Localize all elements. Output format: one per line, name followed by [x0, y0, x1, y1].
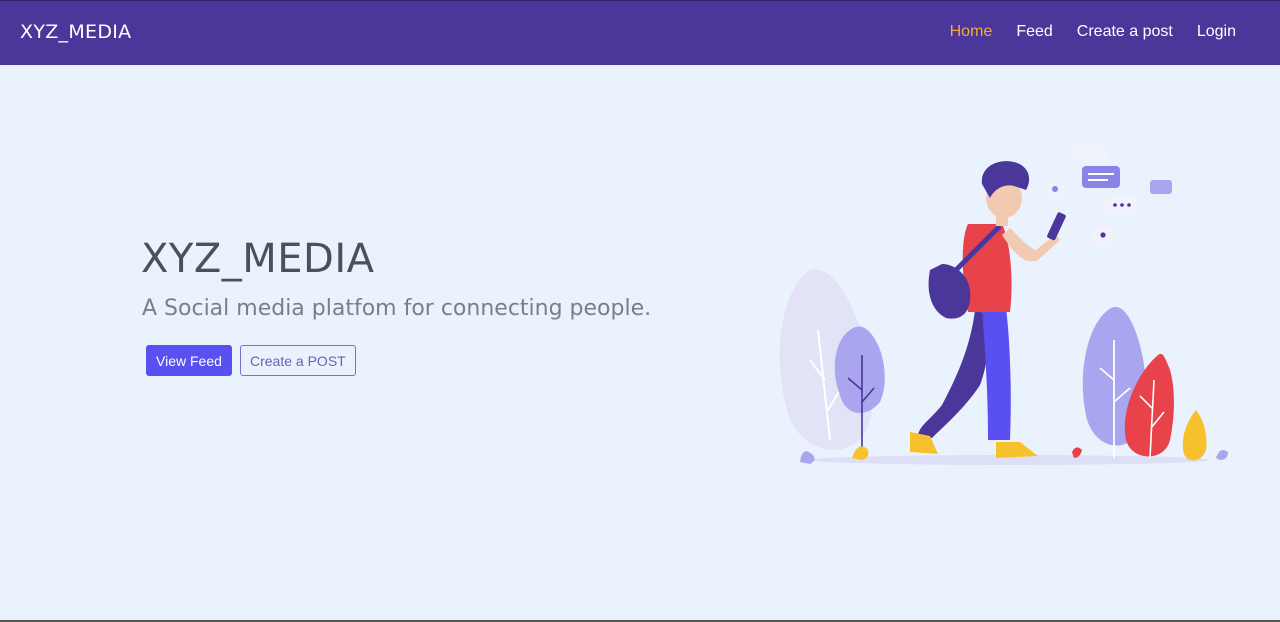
nav-link-create-post[interactable]: Create a post [1077, 23, 1173, 41]
leaf-purple-small [800, 451, 815, 464]
typing-dot-1 [1113, 203, 1117, 207]
nav-link-feed[interactable]: Feed [1016, 23, 1052, 41]
view-feed-button[interactable]: View Feed [146, 345, 232, 376]
nav-link-login[interactable]: Login [1197, 23, 1236, 41]
chat-bubble-top [1070, 146, 1108, 162]
plant-yellow-right [1182, 410, 1207, 461]
brand-logo[interactable]: XYZ_MEDIA [20, 21, 131, 43]
plant-purple-left [834, 326, 885, 414]
profile-bubble-head [1052, 186, 1058, 192]
leaf-purple-right [1216, 450, 1228, 460]
person-front-shoe [996, 442, 1038, 458]
chat-bubble-message [1082, 166, 1120, 188]
navbar: XYZ_MEDIA Home Feed Create a post Login [0, 0, 1280, 65]
create-post-button[interactable]: Create a POST [240, 345, 356, 376]
typing-dot-3 [1127, 203, 1131, 207]
hero-subtitle: A Social media platfom for connecting pe… [142, 296, 652, 321]
hero-title: XYZ_MEDIA [141, 236, 375, 282]
person-back-leg [918, 310, 990, 438]
profile-bubble-2-head [1100, 232, 1106, 238]
nav-link-home[interactable]: Home [950, 23, 993, 41]
person-walking-with-phone-illustration [779, 146, 1228, 465]
phone-icon [1047, 212, 1066, 241]
chat-bubble-small-icon [1150, 180, 1172, 194]
typing-dot-2 [1120, 203, 1124, 207]
person-front-leg [982, 308, 1011, 440]
leaf-yellow-left [852, 446, 869, 460]
nav-links: Home Feed Create a post Login [950, 23, 1236, 41]
